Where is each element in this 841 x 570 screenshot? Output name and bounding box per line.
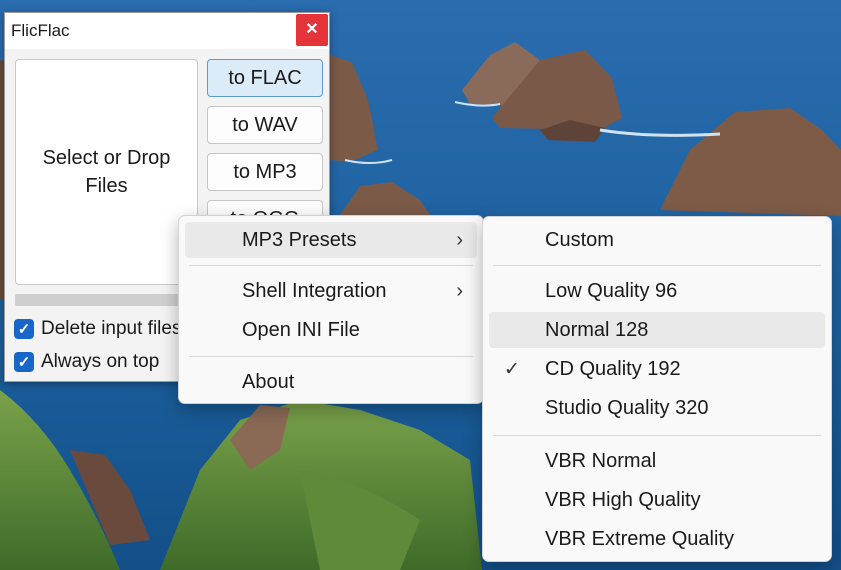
- mp3-presets-submenu: Custom Low Quality 96 Normal 128 ✓ CD Qu…: [482, 216, 832, 562]
- preset-vbr-high-quality[interactable]: VBR High Quality: [489, 482, 825, 518]
- file-drop-zone[interactable]: Select or Drop Files: [15, 59, 198, 285]
- close-button[interactable]: ✕: [296, 14, 328, 46]
- drop-zone-label: Select or Drop Files: [42, 147, 171, 197]
- chevron-right-icon: ›: [456, 228, 463, 251]
- menu-item-mp3-presets[interactable]: MP3 Presets ›: [185, 222, 477, 258]
- menu-item-label: Normal 128: [545, 318, 649, 341]
- menu-item-label: Open INI File: [242, 318, 360, 341]
- menu-separator: [493, 265, 821, 266]
- menu-item-label: About: [242, 370, 295, 393]
- menu-item-label: Studio Quality 320: [545, 396, 709, 419]
- menu-item-about[interactable]: About: [185, 364, 477, 400]
- window-title: FlicFlac: [11, 21, 70, 40]
- checkmark-icon: ✓: [504, 358, 520, 380]
- menu-item-label: VBR High Quality: [545, 488, 701, 511]
- menu-separator: [493, 435, 821, 436]
- close-icon: ✕: [305, 21, 319, 38]
- title-bar[interactable]: FlicFlac ✕: [5, 13, 329, 49]
- menu-item-open-ini-file[interactable]: Open INI File: [185, 312, 477, 348]
- to-wav-button[interactable]: to WAV: [207, 106, 323, 144]
- always-on-top-label: Always on top: [41, 351, 160, 372]
- context-menu: MP3 Presets › Shell Integration › Open I…: [178, 215, 484, 404]
- menu-item-label: MP3 Presets: [242, 228, 357, 251]
- menu-item-shell-integration[interactable]: Shell Integration ›: [185, 273, 477, 309]
- always-on-top-option[interactable]: ✓ Always on top: [14, 349, 159, 375]
- menu-separator: [189, 356, 473, 357]
- preset-low-quality-96[interactable]: Low Quality 96: [489, 273, 825, 309]
- delete-input-files-option[interactable]: ✓ Delete input files: [14, 316, 181, 342]
- menu-item-label: Custom: [545, 228, 614, 251]
- preset-vbr-extreme-quality[interactable]: VBR Extreme Quality: [489, 521, 825, 557]
- preset-vbr-normal[interactable]: VBR Normal: [489, 443, 825, 479]
- preset-normal-128[interactable]: Normal 128: [489, 312, 825, 348]
- delete-input-files-checkbox[interactable]: ✓: [14, 319, 34, 339]
- preset-custom[interactable]: Custom: [489, 222, 825, 258]
- to-mp3-button[interactable]: to MP3: [207, 153, 323, 191]
- delete-input-files-label: Delete input files: [41, 318, 182, 339]
- preset-cd-quality-192[interactable]: ✓ CD Quality 192: [489, 351, 825, 387]
- to-flac-button[interactable]: to FLAC: [207, 59, 323, 97]
- menu-item-label: Low Quality 96: [545, 279, 678, 302]
- always-on-top-checkbox[interactable]: ✓: [14, 352, 34, 372]
- preset-studio-quality-320[interactable]: Studio Quality 320: [489, 390, 825, 426]
- menu-item-label: CD Quality 192: [545, 357, 681, 380]
- menu-item-label: VBR Normal: [545, 449, 657, 472]
- menu-item-label: VBR Extreme Quality: [545, 527, 734, 550]
- menu-item-label: Shell Integration: [242, 279, 387, 302]
- menu-separator: [189, 265, 473, 266]
- chevron-right-icon: ›: [456, 279, 463, 302]
